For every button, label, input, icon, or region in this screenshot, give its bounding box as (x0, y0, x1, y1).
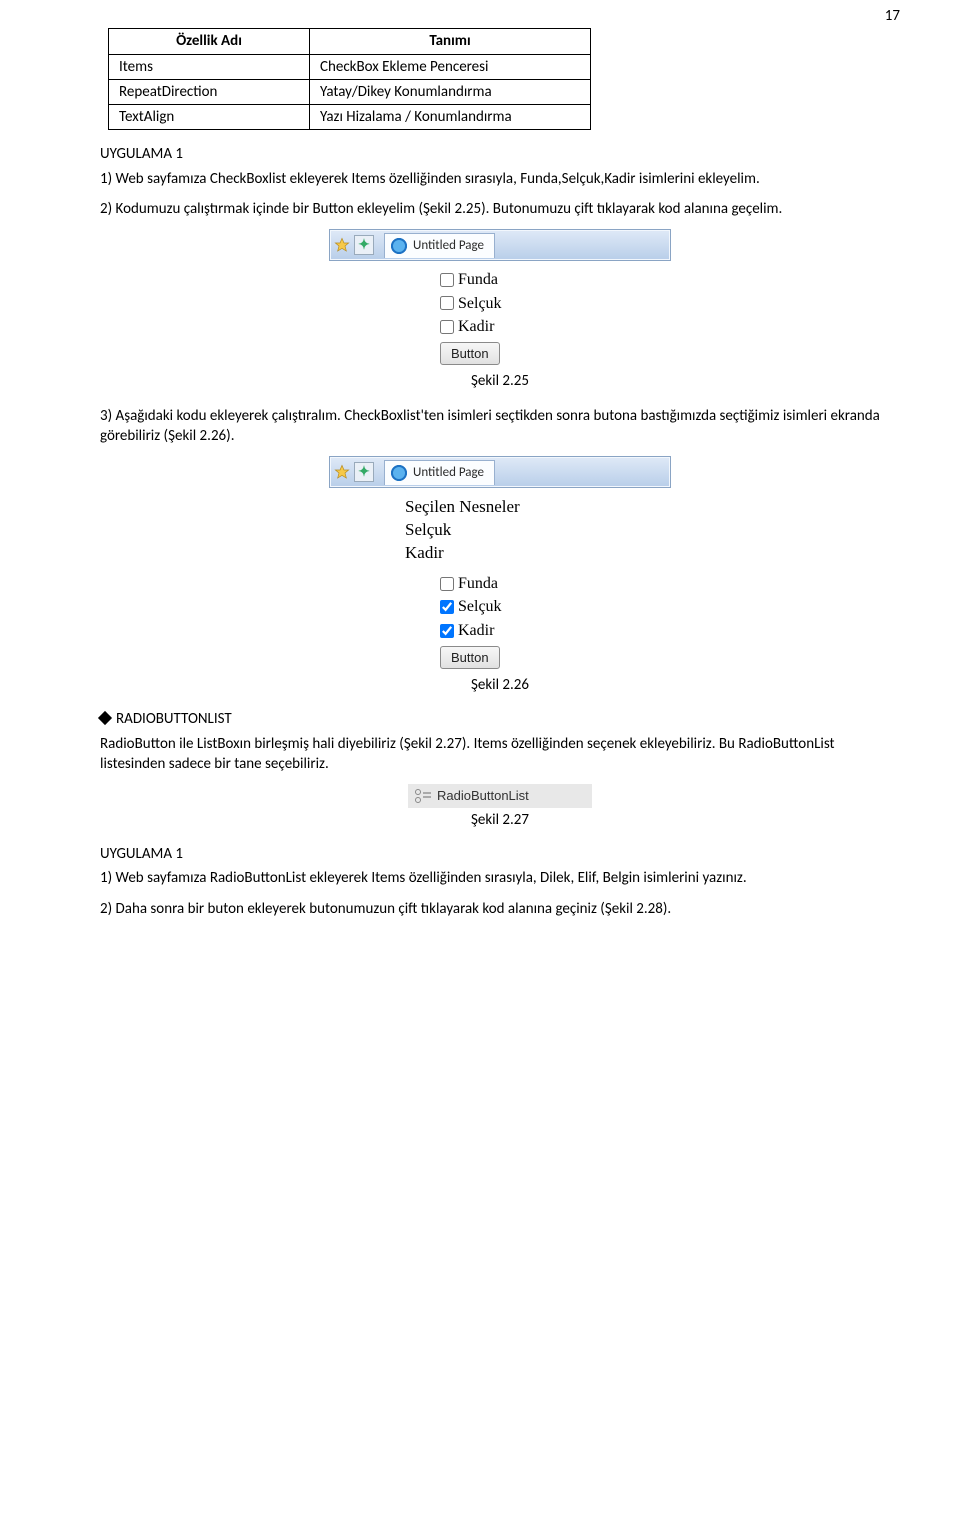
table-header: Özellik Adı (109, 29, 310, 54)
list-item: Kadir (440, 316, 560, 338)
checkbox-list: Funda Selçuk Kadir Button (440, 269, 560, 365)
checkbox-item[interactable] (440, 273, 454, 287)
checkbox-item[interactable] (440, 600, 454, 614)
section-heading: UYGULAMA 1 (100, 844, 900, 864)
browser-tab-label: Untitled Page (413, 464, 484, 482)
subsection-title: RADIOBUTTONLIST (116, 709, 232, 729)
paragraph: 2) Kodumuzu çalıştırmak içinde bir Butto… (100, 199, 900, 219)
checkbox-label: Selçuk (458, 596, 502, 618)
subsection-heading: RADIOBUTTONLIST (100, 709, 900, 729)
checkbox-item[interactable] (440, 624, 454, 638)
checkbox-list: Funda Selçuk Kadir Button (440, 573, 560, 669)
ie-icon (391, 465, 407, 481)
checkbox-label: Kadir (458, 316, 494, 338)
add-tab-icon: ✦ (354, 462, 374, 482)
paragraph: 2) Daha sonra bir buton ekleyerek butonu… (100, 899, 900, 919)
browser-tab: Untitled Page (384, 233, 495, 258)
list-item: Kadir (440, 620, 560, 642)
paragraph: 3) Aşağıdaki kodu ekleyerek çalıştıralım… (100, 406, 900, 447)
favorites-star-icon (334, 464, 350, 480)
browser-tab-bar: ✦ Untitled Page (329, 456, 671, 488)
table-cell: Yazı Hizalama / Konumlandırma (310, 105, 591, 130)
list-item: Funda (440, 573, 560, 595)
page-number: 17 (100, 6, 900, 26)
output-line: Kadir (405, 542, 595, 565)
add-tab-icon: ✦ (354, 235, 374, 255)
ie-icon (391, 238, 407, 254)
browser-tab: Untitled Page (384, 460, 495, 485)
paragraph: RadioButton ile ListBoxın birleşmiş hali… (100, 734, 900, 775)
table-cell: RepeatDirection (109, 79, 310, 104)
checkbox-item[interactable] (440, 577, 454, 591)
paragraph: 1) Web sayfamıza RadioButtonList ekleyer… (100, 868, 900, 888)
checkbox-label: Selçuk (458, 293, 502, 315)
toolbox-item: RadioButtonList (408, 784, 592, 808)
checkbox-item[interactable] (440, 296, 454, 310)
list-item: Selçuk (440, 596, 560, 618)
table-cell: TextAlign (109, 105, 310, 130)
figure-caption: Şekil 2.25 (100, 371, 900, 391)
output-text: Seçilen Nesneler Selçuk Kadir (405, 496, 595, 565)
browser-tab-bar: ✦ Untitled Page (329, 229, 671, 261)
radiobuttonlist-icon (415, 788, 431, 804)
figure-caption: Şekil 2.27 (100, 810, 900, 830)
output-line: Selçuk (405, 519, 595, 542)
table-cell: CheckBox Ekleme Penceresi (310, 54, 591, 79)
checkbox-label: Funda (458, 573, 498, 595)
table-header: Tanımı (310, 29, 591, 54)
button[interactable]: Button (440, 342, 500, 366)
table-cell: Yatay/Dikey Konumlandırma (310, 79, 591, 104)
table-cell: Items (109, 54, 310, 79)
button[interactable]: Button (440, 646, 500, 670)
favorites-star-icon (334, 237, 350, 253)
toolbox-item-label: RadioButtonList (437, 787, 529, 805)
section-heading: UYGULAMA 1 (100, 144, 900, 164)
paragraph: 1) Web sayfamıza CheckBoxlist ekleyerek … (100, 169, 900, 189)
checkbox-label: Funda (458, 269, 498, 291)
browser-tab-label: Untitled Page (413, 237, 484, 255)
figure-caption: Şekil 2.26 (100, 675, 900, 695)
output-line: Seçilen Nesneler (405, 496, 595, 519)
checkbox-label: Kadir (458, 620, 494, 642)
diamond-bullet-icon (98, 711, 112, 725)
checkbox-item[interactable] (440, 320, 454, 334)
list-item: Funda (440, 269, 560, 291)
list-item: Selçuk (440, 293, 560, 315)
properties-table: Özellik Adı Tanımı Items CheckBox Ekleme… (108, 28, 591, 130)
